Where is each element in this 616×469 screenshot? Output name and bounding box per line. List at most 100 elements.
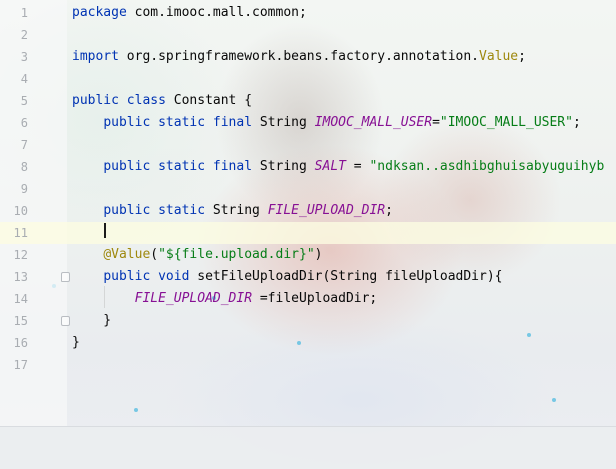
- code-token: static: [158, 203, 206, 218]
- line-number: 16: [13, 336, 28, 350]
- code-line[interactable]: 14 FILE_UPLOAD_DIR =fileUploadDir;: [0, 288, 616, 310]
- line-code: }: [72, 310, 111, 332]
- code-token: public: [103, 115, 151, 130]
- line-number: 2: [20, 28, 28, 42]
- code-line[interactable]: 17: [0, 354, 616, 376]
- code-token: ;: [518, 49, 526, 64]
- code-line[interactable]: 4: [0, 68, 616, 90]
- code-line[interactable]: 8 public static final String SALT = "ndk…: [0, 156, 616, 178]
- line-number: 3: [20, 50, 28, 64]
- code-line[interactable]: 6 public static final String IMOOC_MALL_…: [0, 112, 616, 134]
- code-token: Constant {: [165, 93, 253, 108]
- code-token: Value: [479, 49, 519, 64]
- code-token: ;: [572, 115, 581, 130]
- code-token: String: [252, 115, 315, 130]
- code-token: static: [158, 159, 206, 174]
- text-caret: [104, 223, 106, 238]
- code-line[interactable]: 5 public class Constant {: [0, 90, 616, 112]
- editor-bottom-bar: [0, 426, 616, 469]
- fold-close-icon[interactable]: [61, 316, 70, 326]
- line-number: 14: [13, 292, 28, 306]
- code-token: package: [72, 5, 127, 20]
- code-editor[interactable]: 1 package com.imooc.mall.common; 2 3 import …: [0, 0, 616, 469]
- code-line[interactable]: 1 package com.imooc.mall.common;: [0, 2, 616, 24]
- code-token: class: [126, 93, 166, 108]
- line-code: public static String FILE_UPLOAD_DIR;: [72, 200, 393, 222]
- line-number: 4: [20, 72, 28, 86]
- line-number: 15: [13, 314, 28, 328]
- code-line[interactable]: 10 public static String FILE_UPLOAD_DIR;: [0, 200, 616, 222]
- code-token: =: [432, 115, 440, 130]
- code-token: }: [72, 313, 112, 328]
- code-token: com.imooc.mall.common;: [126, 5, 307, 20]
- line-code: public static final String IMOOC_MALL_US…: [72, 112, 581, 134]
- code-line[interactable]: 7: [0, 134, 616, 156]
- code-line[interactable]: 9: [0, 178, 616, 200]
- code-token: public: [72, 93, 119, 108]
- line-number: 7: [20, 138, 28, 152]
- code-line[interactable]: 2: [0, 24, 616, 46]
- code-token: public: [103, 269, 151, 284]
- line-code: @Value("${file.upload.dir}"): [72, 244, 322, 266]
- code-token: =fileUploadDir;: [252, 291, 378, 306]
- line-code: }: [72, 332, 80, 354]
- code-token: final: [212, 115, 253, 130]
- indent-guide: [104, 286, 105, 308]
- code-token: FILE_UPLOAD_DIR: [134, 291, 253, 306]
- line-code: package com.imooc.mall.common;: [72, 2, 307, 24]
- code-token: final: [212, 159, 253, 174]
- line-code: import org.springframework.beans.factory…: [72, 46, 526, 68]
- fold-open-icon[interactable]: [61, 272, 70, 282]
- line-number: 1: [20, 6, 28, 20]
- line-code: FILE_UPLOAD_DIR =fileUploadDir;: [72, 288, 378, 310]
- code-token: FILE_UPLOAD_DIR: [267, 203, 386, 218]
- code-token: @Value: [103, 247, 151, 262]
- code-token: "ndksan..asdhibghuisabyuguihyb: [369, 159, 605, 174]
- code-token: public: [103, 203, 151, 218]
- code-token: ): [314, 247, 323, 262]
- code-line[interactable]: 15 }: [0, 310, 616, 332]
- code-token: =: [345, 159, 370, 174]
- code-token: ;: [385, 203, 393, 218]
- code-token: public: [103, 159, 151, 174]
- code-token: String: [205, 203, 268, 218]
- code-token: "${file.upload.dir}": [158, 247, 315, 262]
- code-token: static: [158, 115, 206, 130]
- line-number: 10: [13, 204, 28, 218]
- code-line[interactable]: 12 @Value("${file.upload.dir}"): [0, 244, 616, 266]
- line-code: public void setFileUploadDir(String file…: [72, 266, 503, 288]
- code-token: IMOOC_MALL_USER: [314, 115, 433, 130]
- code-token: String: [252, 159, 315, 174]
- line-number: 8: [20, 160, 28, 174]
- line-code: public static final String SALT = "ndksa…: [72, 156, 604, 178]
- code-line[interactable]: 16}: [0, 332, 616, 354]
- code-token: "IMOOC_MALL_USER": [439, 115, 573, 130]
- code-line[interactable]: 3 import org.springframework.beans.factor…: [0, 46, 616, 68]
- line-code: public class Constant {: [72, 90, 252, 112]
- line-number: 17: [13, 358, 28, 372]
- code-line[interactable]: 13 public void setFileUploadDir(String f…: [0, 266, 616, 288]
- code-line[interactable]: 11: [0, 222, 616, 244]
- code-token: org.springframework.beans.factory.annota…: [118, 49, 479, 64]
- line-number: 12: [13, 248, 28, 262]
- line-number: 13: [13, 270, 28, 284]
- code-token: (: [150, 247, 159, 262]
- line-number: 6: [20, 116, 28, 130]
- code-token: void: [158, 269, 190, 284]
- line-number: 5: [20, 94, 28, 108]
- line-number: 9: [20, 182, 28, 196]
- code-token: import: [72, 49, 119, 64]
- code-token: setFileUploadDir(String fileUploadDir){: [189, 269, 503, 284]
